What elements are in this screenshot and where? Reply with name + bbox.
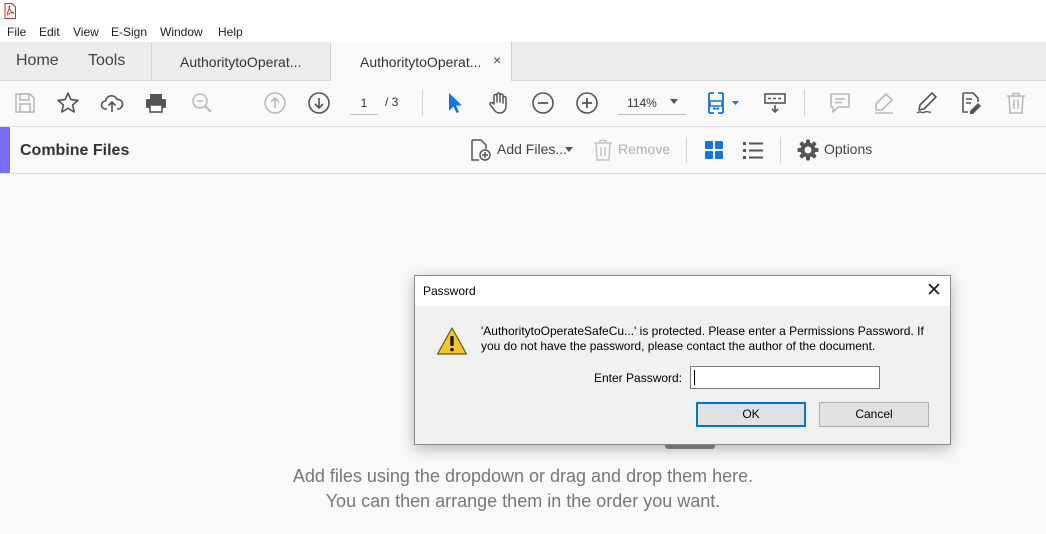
options-button[interactable]: Options	[824, 141, 872, 157]
sign-button[interactable]	[915, 91, 939, 115]
combine-files-title: Combine Files	[20, 142, 130, 159]
save-icon	[15, 93, 35, 113]
star-icon	[57, 92, 79, 113]
zoom-search-icon	[192, 93, 212, 113]
menu-file[interactable]: File	[7, 25, 26, 39]
comment-button[interactable]	[828, 91, 852, 115]
grid-view-button[interactable]	[703, 139, 725, 161]
menu-view[interactable]: View	[73, 25, 99, 39]
scroll-mode-button[interactable]	[763, 91, 787, 115]
combine-files-bar: Combine Files Add Files... Remove Option…	[0, 127, 1046, 174]
password-label: Enter Password:	[594, 371, 683, 385]
edit-pdf-icon	[962, 92, 981, 114]
ok-button[interactable]: OK	[696, 402, 806, 427]
list-view-icon	[743, 142, 763, 159]
remove-trash-icon	[592, 139, 614, 161]
delete-button[interactable]	[1004, 91, 1028, 115]
save-button[interactable]	[13, 91, 37, 115]
hand-icon	[489, 92, 507, 114]
dialog-titlebar: Password ✕	[415, 276, 950, 306]
page-down-icon	[308, 92, 330, 114]
tab-tools[interactable]: Tools	[88, 52, 125, 70]
gear-icon	[797, 139, 819, 161]
scroll-mode-icon	[764, 93, 786, 114]
highlight-icon	[875, 93, 893, 114]
cancel-button[interactable]: Cancel	[819, 402, 929, 427]
select-tool-button[interactable]	[443, 91, 467, 115]
grid-view-icon	[705, 141, 723, 159]
page-down-button[interactable]	[307, 91, 331, 115]
tab-document-1-label: AuthoritytoOperat...	[180, 54, 302, 70]
sign-icon	[916, 92, 937, 114]
tab-bar: Home Tools AuthoritytoOperat... Authorit…	[0, 42, 1046, 81]
tab-document-1[interactable]: AuthoritytoOperat...	[151, 42, 331, 80]
app-pdf-icon	[4, 3, 16, 19]
edit-pdf-button[interactable]	[959, 91, 983, 115]
main-toolbar: 1 / 3 114%	[0, 81, 1046, 127]
add-file-icon[interactable]	[469, 139, 491, 161]
window-titlebar	[0, 0, 1046, 22]
tab-document-2-active[interactable]: AuthoritytoOperat... ×	[331, 42, 512, 81]
list-view-button[interactable]	[742, 139, 764, 161]
page-up-icon	[264, 92, 286, 114]
zoom-level-value: 114%	[627, 96, 657, 110]
chevron-down-icon[interactable]	[565, 147, 573, 152]
menu-help[interactable]: Help	[218, 25, 243, 39]
toolbar-divider	[804, 90, 805, 116]
toolbar-divider	[780, 137, 781, 163]
options-gear-icon[interactable]	[797, 139, 819, 161]
page-up-button[interactable]	[263, 91, 287, 115]
zoom-in-icon	[576, 92, 598, 114]
toolbar-divider	[422, 90, 423, 116]
drop-zone-instruction-2: You can then arrange them in the order y…	[325, 491, 721, 511]
upload-cloud-icon	[100, 95, 124, 112]
menu-edit[interactable]: Edit	[39, 25, 60, 39]
warning-icon	[436, 327, 468, 355]
comment-icon	[830, 93, 850, 113]
print-icon	[146, 94, 166, 113]
zoom-search-button[interactable]	[190, 91, 214, 115]
current-page-input[interactable]: 1	[350, 93, 378, 115]
menu-bar: File Edit View E-Sign Window Help	[0, 22, 1046, 42]
menu-window[interactable]: Window	[160, 25, 203, 39]
fit-page-icon	[708, 92, 739, 114]
dialog-title: Password	[423, 284, 476, 298]
text-caret	[694, 370, 695, 385]
menu-esign[interactable]: E-Sign	[111, 25, 147, 39]
page-total: / 3	[385, 95, 399, 109]
drop-zone-instruction-1: Add files using the dropdown or drag and…	[292, 466, 754, 486]
hand-tool-button[interactable]	[487, 91, 511, 115]
remove-button[interactable]: Remove	[618, 141, 670, 157]
password-input[interactable]	[690, 366, 880, 389]
zoom-level-select[interactable]: 114%	[618, 93, 686, 115]
fit-page-button[interactable]	[706, 91, 742, 115]
add-files-button[interactable]: Add Files...	[497, 141, 567, 157]
combine-accent-bar	[0, 127, 10, 173]
zoom-in-button[interactable]	[575, 91, 599, 115]
dialog-message: 'AuthoritytoOperateSafeCu...' is protect…	[481, 324, 924, 353]
print-button[interactable]	[144, 91, 168, 115]
toolbar-divider	[686, 137, 687, 163]
chevron-down-icon	[670, 99, 678, 104]
upload-button[interactable]	[100, 91, 124, 115]
trash-icon	[1007, 92, 1025, 114]
tab-close-icon[interactable]: ×	[493, 52, 501, 68]
dialog-close-icon[interactable]: ✕	[919, 278, 949, 304]
bookmark-star-button[interactable]	[56, 91, 80, 115]
password-dialog: Password ✕ 'AuthoritytoOperateSafeCu...'…	[414, 275, 951, 445]
tab-document-2-label: AuthoritytoOperat...	[360, 54, 482, 70]
select-cursor-icon	[449, 93, 462, 113]
highlight-button[interactable]	[872, 91, 896, 115]
tab-home[interactable]: Home	[16, 52, 59, 70]
zoom-out-icon	[532, 92, 554, 114]
zoom-out-button[interactable]	[531, 91, 555, 115]
